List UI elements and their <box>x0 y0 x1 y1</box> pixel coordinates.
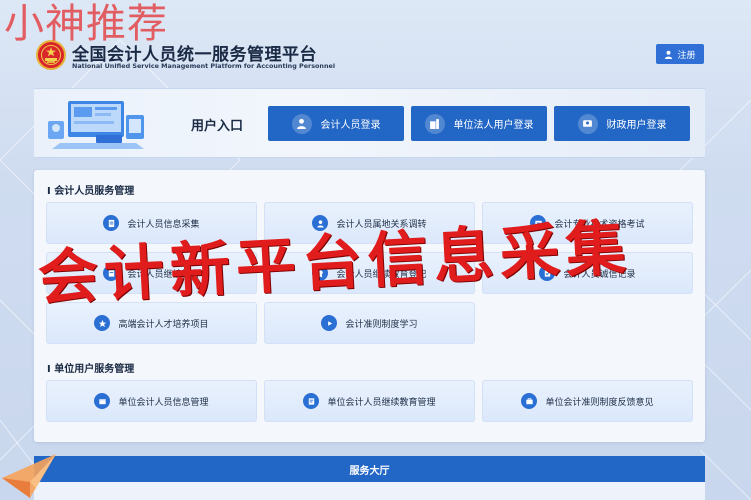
service-card-unit-feedback[interactable]: 单位会计准则制度反馈意见 <box>482 380 693 422</box>
service-card-label: 会计准则制度学习 <box>345 319 418 330</box>
finance-login-label: 财政用户登录 <box>606 120 667 131</box>
service-card-label: 单位会计人员信息管理 <box>118 397 209 408</box>
paper-plane-icon <box>2 454 56 498</box>
unit-info-icon <box>94 393 111 409</box>
feedback-icon <box>521 393 538 409</box>
unit-education-icon <box>303 393 320 409</box>
service-hall-label: 服务大厅 <box>349 465 390 477</box>
play-icon <box>321 315 338 331</box>
talent-icon <box>94 315 111 331</box>
register-button[interactable]: 注册 <box>656 44 704 64</box>
user-entry-label: 用户入口 <box>191 119 244 134</box>
service-card-label: 单位会计准则制度反馈意见 <box>545 397 654 408</box>
finance-login-button[interactable]: 财政用户登录 <box>554 106 690 141</box>
service-card-label: 高端会计人才培养项目 <box>118 319 209 330</box>
unit-services-title: I 单位用户服务管理 <box>47 364 135 375</box>
bottom-strip <box>34 482 705 500</box>
id-card-icon <box>577 113 598 134</box>
login-entry-band: 用户入口 会计人员登录 单位法人用户登录 财政用户登录 <box>34 88 705 158</box>
service-hall-bar[interactable]: 服务大厅 <box>34 456 705 482</box>
site-subtitle: National Unified Service Management Plat… <box>72 62 336 70</box>
accountant-login-button[interactable]: 会计人员登录 <box>268 106 404 141</box>
user-icon <box>291 113 312 134</box>
user-icon <box>665 50 673 59</box>
service-card-unit-education[interactable]: 单位会计人员继续教育管理 <box>264 380 475 422</box>
watermark: 小神推荐 <box>4 1 168 47</box>
service-card-unit-info[interactable]: 单位会计人员信息管理 <box>46 380 257 422</box>
corporate-login-label: 单位法人用户登录 <box>453 120 534 131</box>
corporate-login-button[interactable]: 单位法人用户登录 <box>411 106 547 141</box>
register-label: 注册 <box>677 50 696 61</box>
building-icon <box>424 113 445 134</box>
accountant-login-label: 会计人员登录 <box>320 120 381 131</box>
accountant-services-title: I 会计人员服务管理 <box>47 186 135 197</box>
service-card-standards-study[interactable]: 会计准则制度学习 <box>264 302 475 344</box>
computer-illustration-icon <box>48 101 144 149</box>
service-card-label: 单位会计人员继续教育管理 <box>327 397 436 408</box>
